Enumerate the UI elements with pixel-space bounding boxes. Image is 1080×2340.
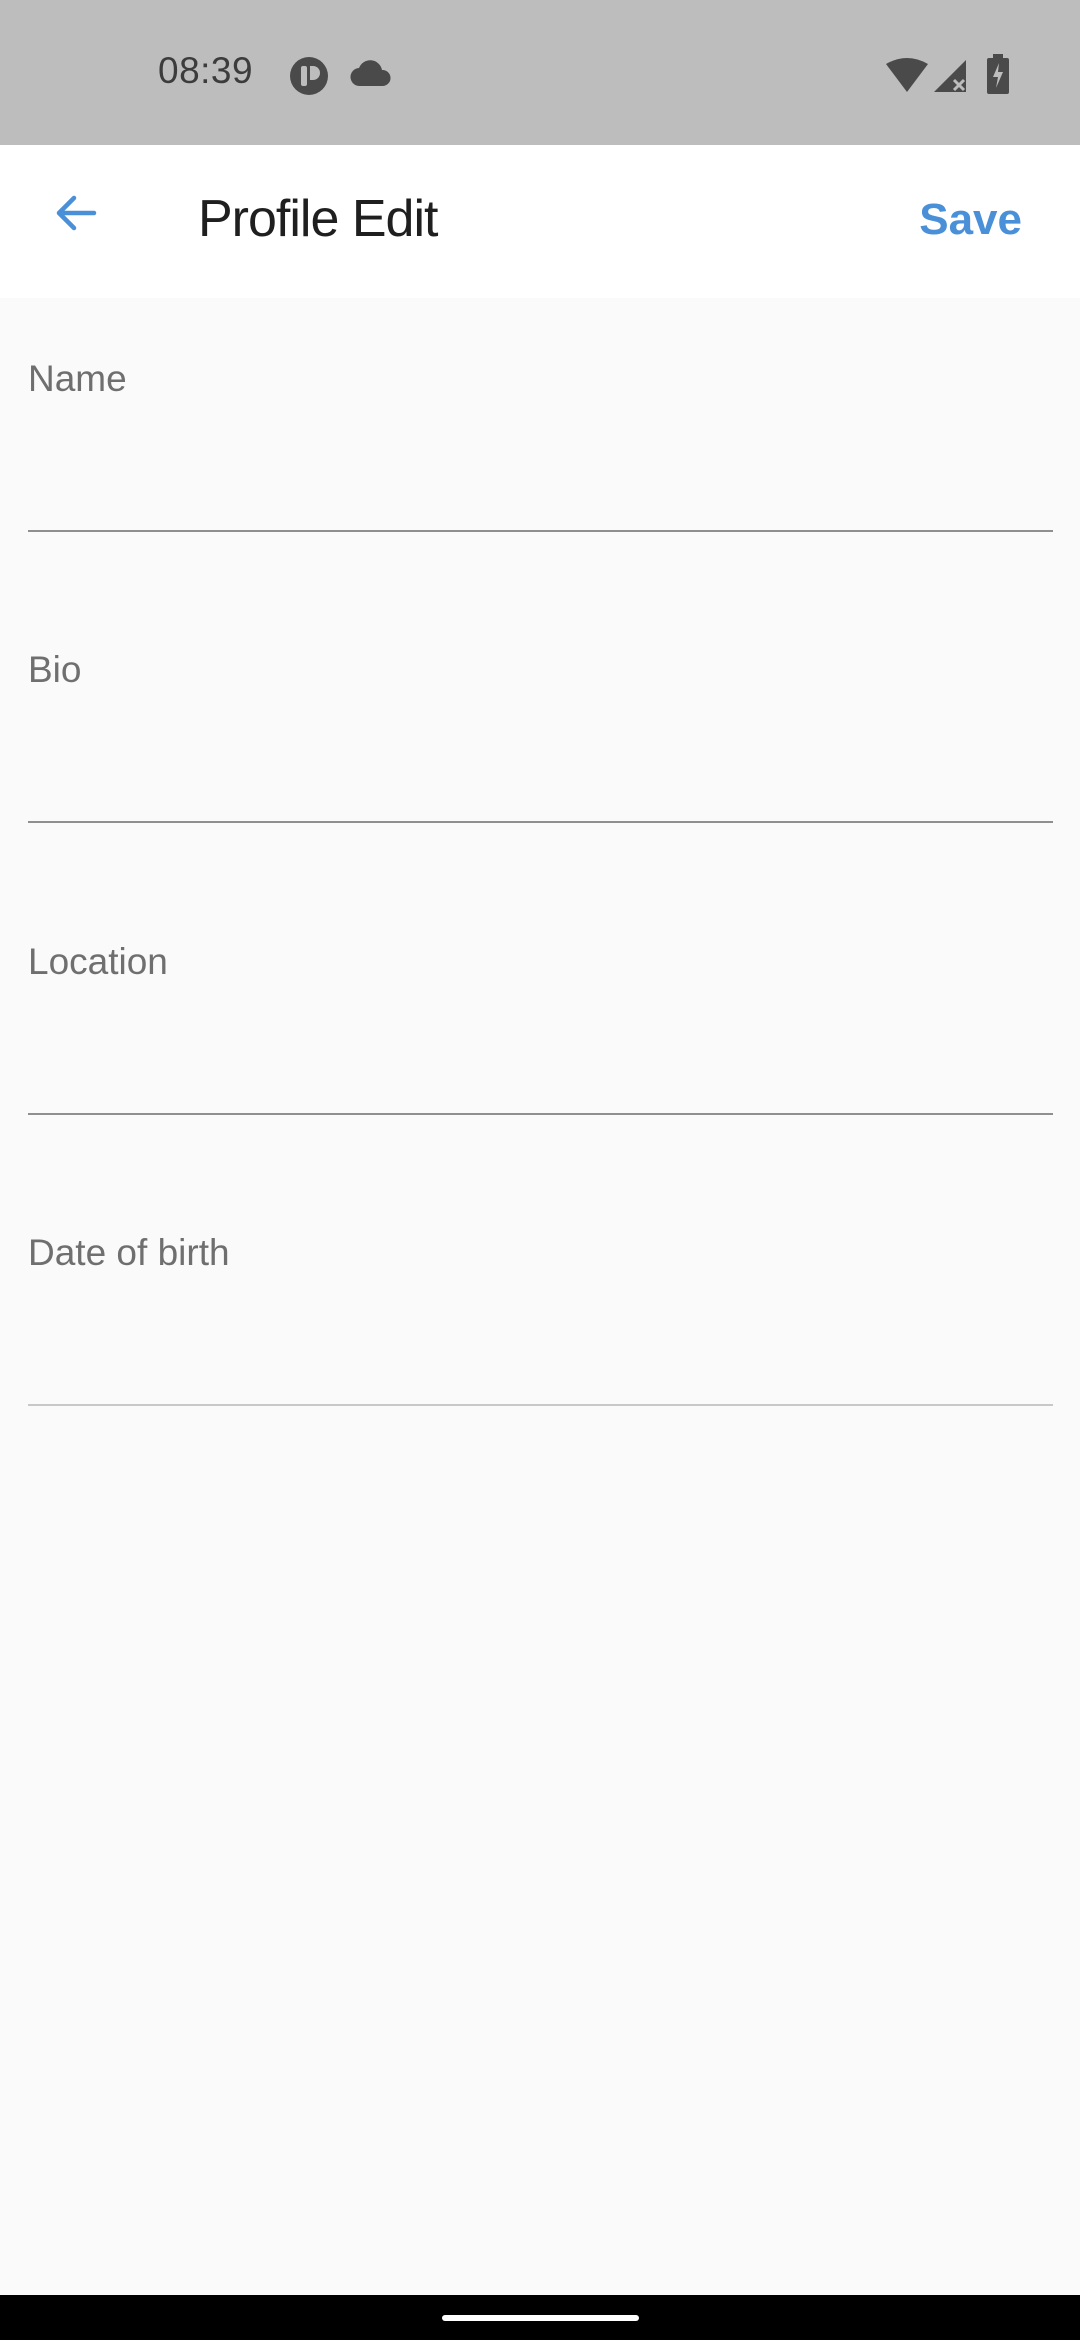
- battery-icon: [986, 54, 1010, 99]
- bio-input[interactable]: [28, 699, 1053, 823]
- name-label: Name: [28, 358, 127, 399]
- date-of-birth-input[interactable]: [28, 1282, 1053, 1406]
- location-field: Location: [28, 881, 1053, 1121]
- home-indicator[interactable]: [442, 2315, 639, 2321]
- status-bar: 08:39: [0, 0, 1080, 145]
- date-of-birth-field: Date of birth: [28, 1172, 1053, 1412]
- name-input[interactable]: [28, 408, 1053, 532]
- navigation-bar: [0, 2295, 1080, 2340]
- app-bar: Profile Edit Save: [0, 145, 1080, 298]
- app-indicator-icon: [289, 56, 329, 101]
- location-input[interactable]: [28, 991, 1053, 1115]
- wifi-icon: [886, 58, 928, 99]
- bio-field: Bio: [28, 589, 1053, 829]
- status-time: 08:39: [158, 50, 254, 91]
- bio-label: Bio: [28, 649, 82, 690]
- page-title: Profile Edit: [198, 190, 438, 248]
- arrow-back-icon: [52, 189, 100, 242]
- date-of-birth-label: Date of birth: [28, 1232, 230, 1273]
- location-label: Location: [28, 941, 168, 982]
- name-field: Name: [28, 298, 1053, 538]
- cloud-icon: [350, 60, 392, 93]
- save-button[interactable]: Save: [919, 195, 1022, 245]
- back-button[interactable]: [34, 173, 118, 257]
- signal-icon: [932, 58, 968, 99]
